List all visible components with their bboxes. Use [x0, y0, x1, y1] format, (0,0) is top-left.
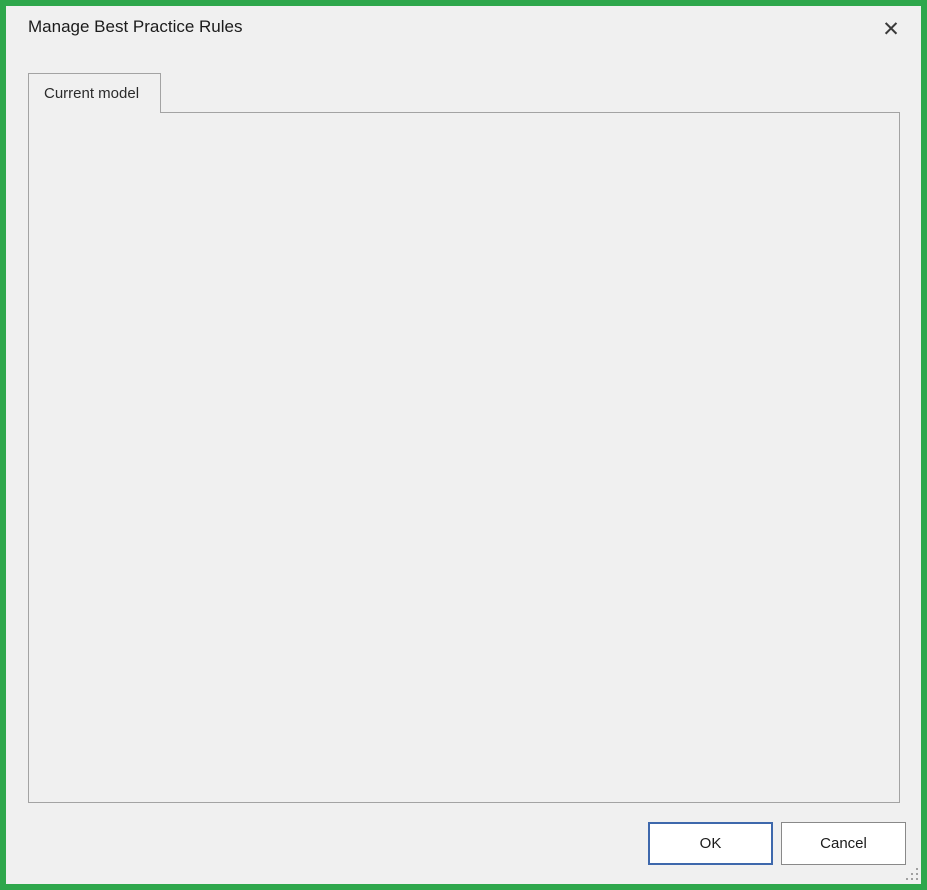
dialog-title: Manage Best Practice Rules	[28, 17, 243, 37]
resize-grip-icon[interactable]	[905, 867, 921, 883]
tab-page-panel	[28, 112, 900, 803]
tab-label: Current model	[44, 85, 139, 102]
cancel-button[interactable]: Cancel	[781, 822, 906, 865]
ok-button[interactable]: OK	[648, 822, 773, 865]
close-icon[interactable]: ✕	[874, 12, 908, 46]
tab-current-model[interactable]: Current model	[28, 73, 161, 113]
manage-best-practice-rules-dialog: Manage Best Practice Rules ✕ Current mod…	[0, 0, 927, 890]
